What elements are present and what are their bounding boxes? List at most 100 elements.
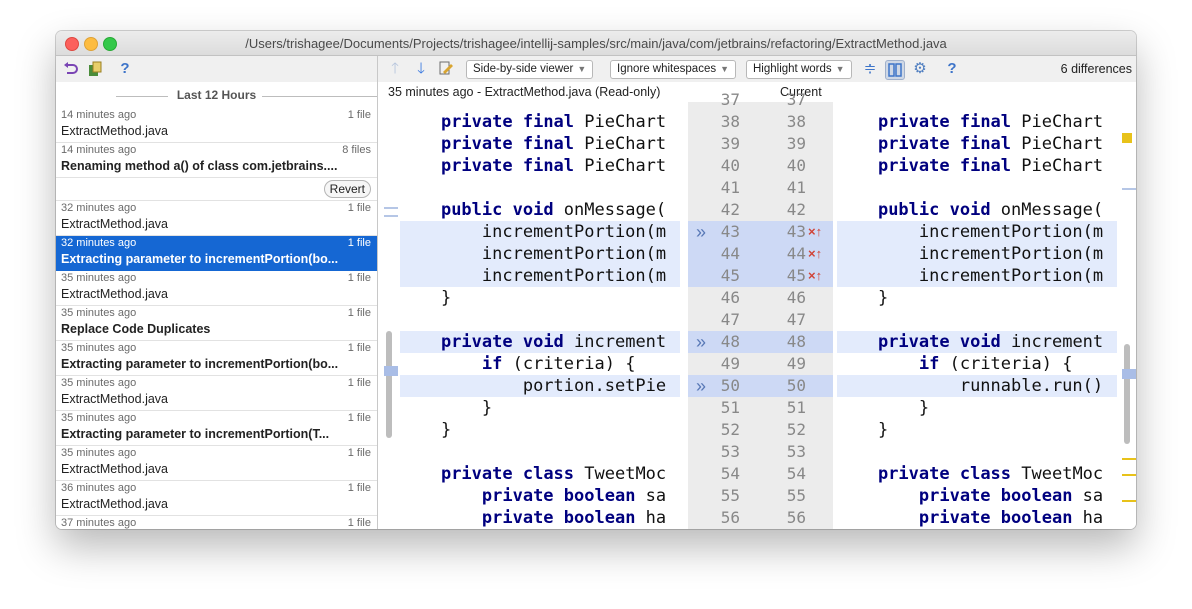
history-item[interactable]: 32 minutes ago 1 file ExtractMethod.java [56,201,377,236]
code-line[interactable]: runnable.run() [837,375,1117,397]
code-text: } [918,398,930,418]
help-icon[interactable]: ? [943,60,961,78]
right-editor-scrollbar[interactable] [1124,344,1130,444]
line-number-gutter: 37 37 38 38 39 39 40 40 41 41 42 42 43 43» ×↑ 44 44 ×↑ 45 4… [688,90,833,529]
revert-change-icon[interactable]: ×↑ [808,265,822,287]
code-line[interactable]: private class TweetMoc [400,463,680,485]
history-list[interactable]: 14 minutes ago 1 file ExtractMethod.java 14… [56,108,377,529]
code-line[interactable]: private final PieChart [400,155,680,177]
code-keyword: private [440,332,523,352]
history-item[interactable]: 35 minutes ago 1 file Extracting parameter… [56,341,377,376]
next-difference-icon[interactable]: 🡓 [412,60,430,78]
help-icon[interactable]: ? [116,60,134,78]
history-item-file-count: 8 files [342,144,371,156]
history-item[interactable]: 35 minutes ago 1 file Extracting parameter… [56,411,377,446]
code-line[interactable] [837,177,1117,199]
code-line[interactable]: private boolean ha [400,507,680,529]
apply-change-icon[interactable]: » [696,221,706,243]
previous-difference-icon[interactable]: 🡑 [386,60,404,78]
left-line-number: 37 [720,90,740,109]
code-line[interactable]: private void increment [837,331,1117,353]
code-text: runnable.run() [959,376,1104,396]
revert-change-icon[interactable]: ×↑ [808,243,822,265]
revert-button[interactable]: Revert [323,180,371,198]
code-line[interactable]: private final PieChart [400,111,680,133]
code-line[interactable]: } [400,287,680,309]
code-line[interactable]: private void increment [400,331,680,353]
code-line[interactable]: private final PieChart [837,111,1117,133]
code-line[interactable]: portion.setPie [400,375,680,397]
code-keyword: private [440,156,523,176]
history-toolbar: ? [56,56,377,82]
code-line[interactable]: incrementPortion(m [837,265,1117,287]
code-keyword: if [918,354,950,374]
history-item[interactable]: 37 minutes ago1 fileExtractMethod.java [56,516,377,529]
code-line[interactable]: public void onMessage( [400,199,680,221]
gear-icon[interactable]: ⚙ [911,60,929,78]
revert-change-icon[interactable]: ×↑ [808,221,822,243]
code-line[interactable]: } [837,419,1117,441]
history-item[interactable]: 14 minutes ago 1 file ExtractMethod.java [56,108,377,143]
right-line-number: 43 [786,222,806,241]
right-editor[interactable]: private final PieChart private final Pie… [837,102,1117,529]
code-line[interactable]: private final PieChart [837,155,1117,177]
code-line[interactable]: public void onMessage( [837,199,1117,221]
edit-source-icon[interactable] [437,60,455,78]
history-item[interactable]: 32 minutes ago 1 file Extracting parameter… [56,236,377,271]
code-line[interactable]: private boolean ha [837,507,1117,529]
code-line[interactable] [837,309,1117,331]
copy-icon[interactable] [86,60,104,78]
code-line[interactable]: incrementPortion(m [400,265,680,287]
code-line[interactable]: private final PieChart [837,133,1117,155]
sync-scroll-icon[interactable] [885,60,905,80]
code-line[interactable]: } [400,397,680,419]
code-line[interactable] [837,441,1117,463]
code-line[interactable] [400,177,680,199]
whitespace-mode-select[interactable]: Ignore whitespaces ▼ [610,60,737,79]
warning-marker[interactable] [1122,133,1132,143]
history-item-time: 14 minutes ago [61,109,137,121]
collapse-unchanged-icon[interactable]: ≑ [861,60,879,78]
code-line[interactable] [400,309,680,331]
code-line[interactable]: private final PieChart [400,133,680,155]
code-line[interactable]: incrementPortion(m [400,243,680,265]
history-item[interactable]: 14 minutes ago 8 files Renaming method a()… [56,143,377,178]
code-line[interactable]: } [837,397,1117,419]
code-keyword: private [481,508,564,528]
undo-icon[interactable] [62,60,80,78]
history-item-time: 14 minutes ago [61,144,137,156]
code-line[interactable]: private class TweetMoc [837,463,1117,485]
history-item[interactable]: 35 minutes ago 1 file ExtractMethod.java [56,271,377,306]
code-line[interactable] [400,441,680,463]
apply-change-icon[interactable]: » [696,375,706,397]
history-item[interactable]: 35 minutes ago 1 file Replace Code Duplica… [56,306,377,341]
code-line[interactable]: } [400,419,680,441]
history-item-time: 35 minutes ago [61,342,137,354]
code-line[interactable]: incrementPortion(m [837,243,1117,265]
code-text: TweetMoc [1021,464,1104,484]
code-line[interactable]: if (criteria) { [400,353,680,375]
code-line[interactable]: incrementPortion(m [400,221,680,243]
viewer-mode-select[interactable]: Side-by-side viewer ▼ [466,60,594,79]
left-editor-scrollbar[interactable] [386,331,392,438]
left-editor[interactable]: private final PieChart private final Pie… [400,102,680,529]
code-line[interactable]: private boolean sa [837,485,1117,507]
apply-change-icon[interactable]: » [696,331,706,353]
revert-row: Revert [56,178,377,201]
code-text: incrementPortion(m [481,222,667,242]
right-line-number: 38 [786,112,806,131]
code-line[interactable]: incrementPortion(m [837,221,1117,243]
history-item[interactable]: 35 minutes ago 1 file ExtractMethod.java [56,446,377,481]
history-item[interactable]: 36 minutes ago 1 file ExtractMethod.java [56,481,377,516]
history-item[interactable]: 35 minutes ago 1 file ExtractMethod.java [56,376,377,411]
code-line[interactable]: private boolean sa [400,485,680,507]
code-line[interactable]: } [837,287,1117,309]
highlight-mode-select[interactable]: Highlight words ▼ [746,60,852,79]
right-line-number: 51 [786,398,806,417]
code-keyword: private [918,508,1001,528]
history-item-time: 37 minutes ago [61,517,137,529]
code-line[interactable]: if (criteria) { [837,353,1117,375]
code-keyword: private [918,486,1001,506]
